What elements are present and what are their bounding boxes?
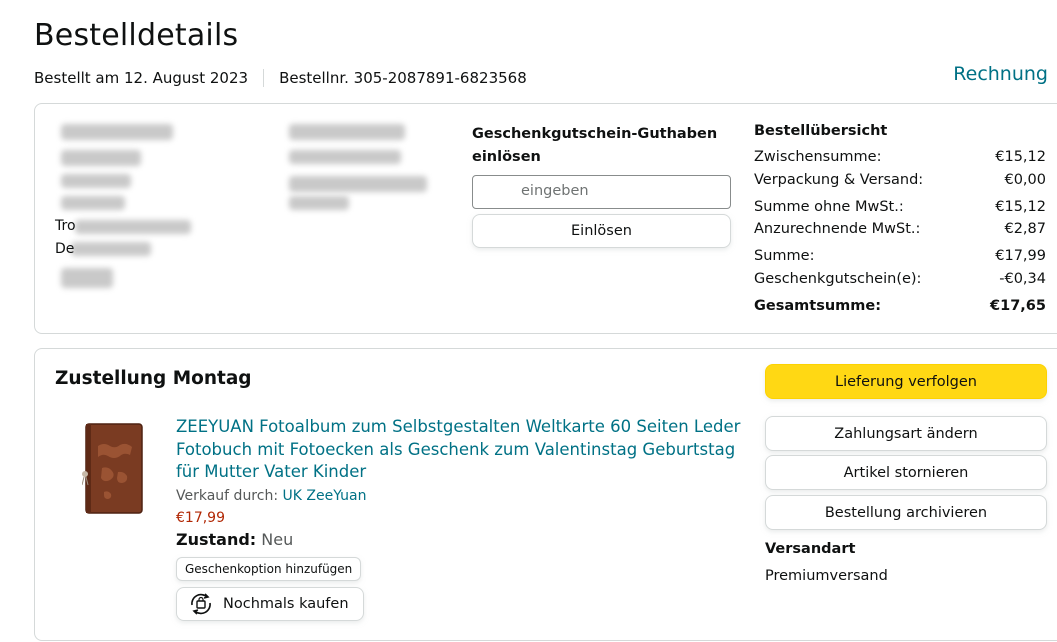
shipping-method-value: Premiumversand <box>765 568 888 584</box>
delivery-card: Zustellung Montag ZEEYUAN Fotoalbum zum … <box>34 348 1057 641</box>
address-fragment: Tro <box>55 218 76 234</box>
order-date: Bestellt am 12. August 2023 <box>34 69 249 87</box>
summary-value: €2,87 <box>1004 221 1046 237</box>
track-package-button[interactable]: Lieferung verfolgen <box>765 364 1047 399</box>
add-gift-option-button[interactable]: Geschenkoption hinzufügen <box>176 557 362 581</box>
buy-again-button[interactable]: Nochmals kaufen <box>176 587 364 621</box>
condition-value: Neu <box>261 530 294 549</box>
summary-label: Summe: <box>754 248 815 264</box>
summary-row: Zwischensumme: €15,12 <box>754 149 1046 165</box>
divider <box>263 69 265 87</box>
archive-order-button[interactable]: Bestellung archivieren <box>765 495 1047 530</box>
redeem-button[interactable]: Einlösen <box>472 214 731 248</box>
product-title-link[interactable]: ZEEYUAN Fotoalbum zum Selbstgestalten We… <box>176 416 741 484</box>
summary-value: €0,00 <box>1004 172 1046 188</box>
summary-label: Geschenkgutschein(e): <box>754 271 922 287</box>
invoice-link[interactable]: Rechnung <box>953 63 1048 85</box>
buy-again-label: Nochmals kaufen <box>223 596 349 612</box>
summary-total-row: Gesamtsumme: €17,65 <box>754 298 1046 314</box>
order-number: Bestellnr. 305-2087891-6823568 <box>279 69 527 87</box>
gift-card-code-input[interactable]: eingeben <box>472 175 731 209</box>
condition-label: Zustand: <box>176 530 257 549</box>
gift-card-title: Geschenkgutschein-Guthaben einlösen <box>472 126 718 165</box>
summary-row: Verpackung & Versand: €0,00 <box>754 172 1046 188</box>
address-fragment: De <box>55 241 75 257</box>
product-price: €17,99 <box>176 510 225 526</box>
summary-value: €17,99 <box>995 248 1046 264</box>
summary-value: €17,65 <box>990 298 1046 314</box>
summary-label: Summe ohne MwSt.: <box>754 199 904 215</box>
summary-value: €15,12 <box>995 199 1046 215</box>
order-meta: Bestellt am 12. August 2023 Bestellnr. 3… <box>34 69 527 87</box>
summary-label: Anzurechnende MwSt.: <box>754 221 921 237</box>
sold-by-label: Verkauf durch: <box>176 488 279 504</box>
seller-link[interactable]: UK ZeeYuan <box>283 488 367 504</box>
page-title: Bestelldetails <box>34 18 239 53</box>
cancel-items-button[interactable]: Artikel stornieren <box>765 455 1047 490</box>
reorder-bag-icon <box>191 593 211 615</box>
gift-card-input-placeholder: eingeben <box>521 183 589 199</box>
summary-label: Zwischensumme: <box>754 149 882 165</box>
seller-info: Verkauf durch: UK ZeeYuan <box>176 488 366 504</box>
summary-label: Gesamtsumme: <box>754 298 881 314</box>
summary-value: -€0,34 <box>999 271 1046 287</box>
summary-label: Verpackung & Versand: <box>754 172 924 188</box>
product-condition: Zustand: Neu <box>176 530 293 549</box>
summary-row: Anzurechnende MwSt.: €2,87 <box>754 221 1046 237</box>
change-payment-button[interactable]: Zahlungsart ändern <box>765 416 1047 451</box>
order-summary-card: Tro De Geschenkgutschein-Guthaben einlös… <box>34 103 1057 334</box>
summary-row: Geschenkgutschein(e): -€0,34 <box>754 271 1046 287</box>
shipping-method-label: Versandart <box>765 541 856 557</box>
delivery-title: Zustellung Montag <box>55 368 252 389</box>
summary-value: €15,12 <box>995 149 1046 165</box>
product-image[interactable] <box>82 422 144 515</box>
summary-row: Summe: €17,99 <box>754 248 1046 264</box>
summary-title: Bestellübersicht <box>754 123 888 139</box>
summary-row: Summe ohne MwSt.: €15,12 <box>754 199 1046 215</box>
